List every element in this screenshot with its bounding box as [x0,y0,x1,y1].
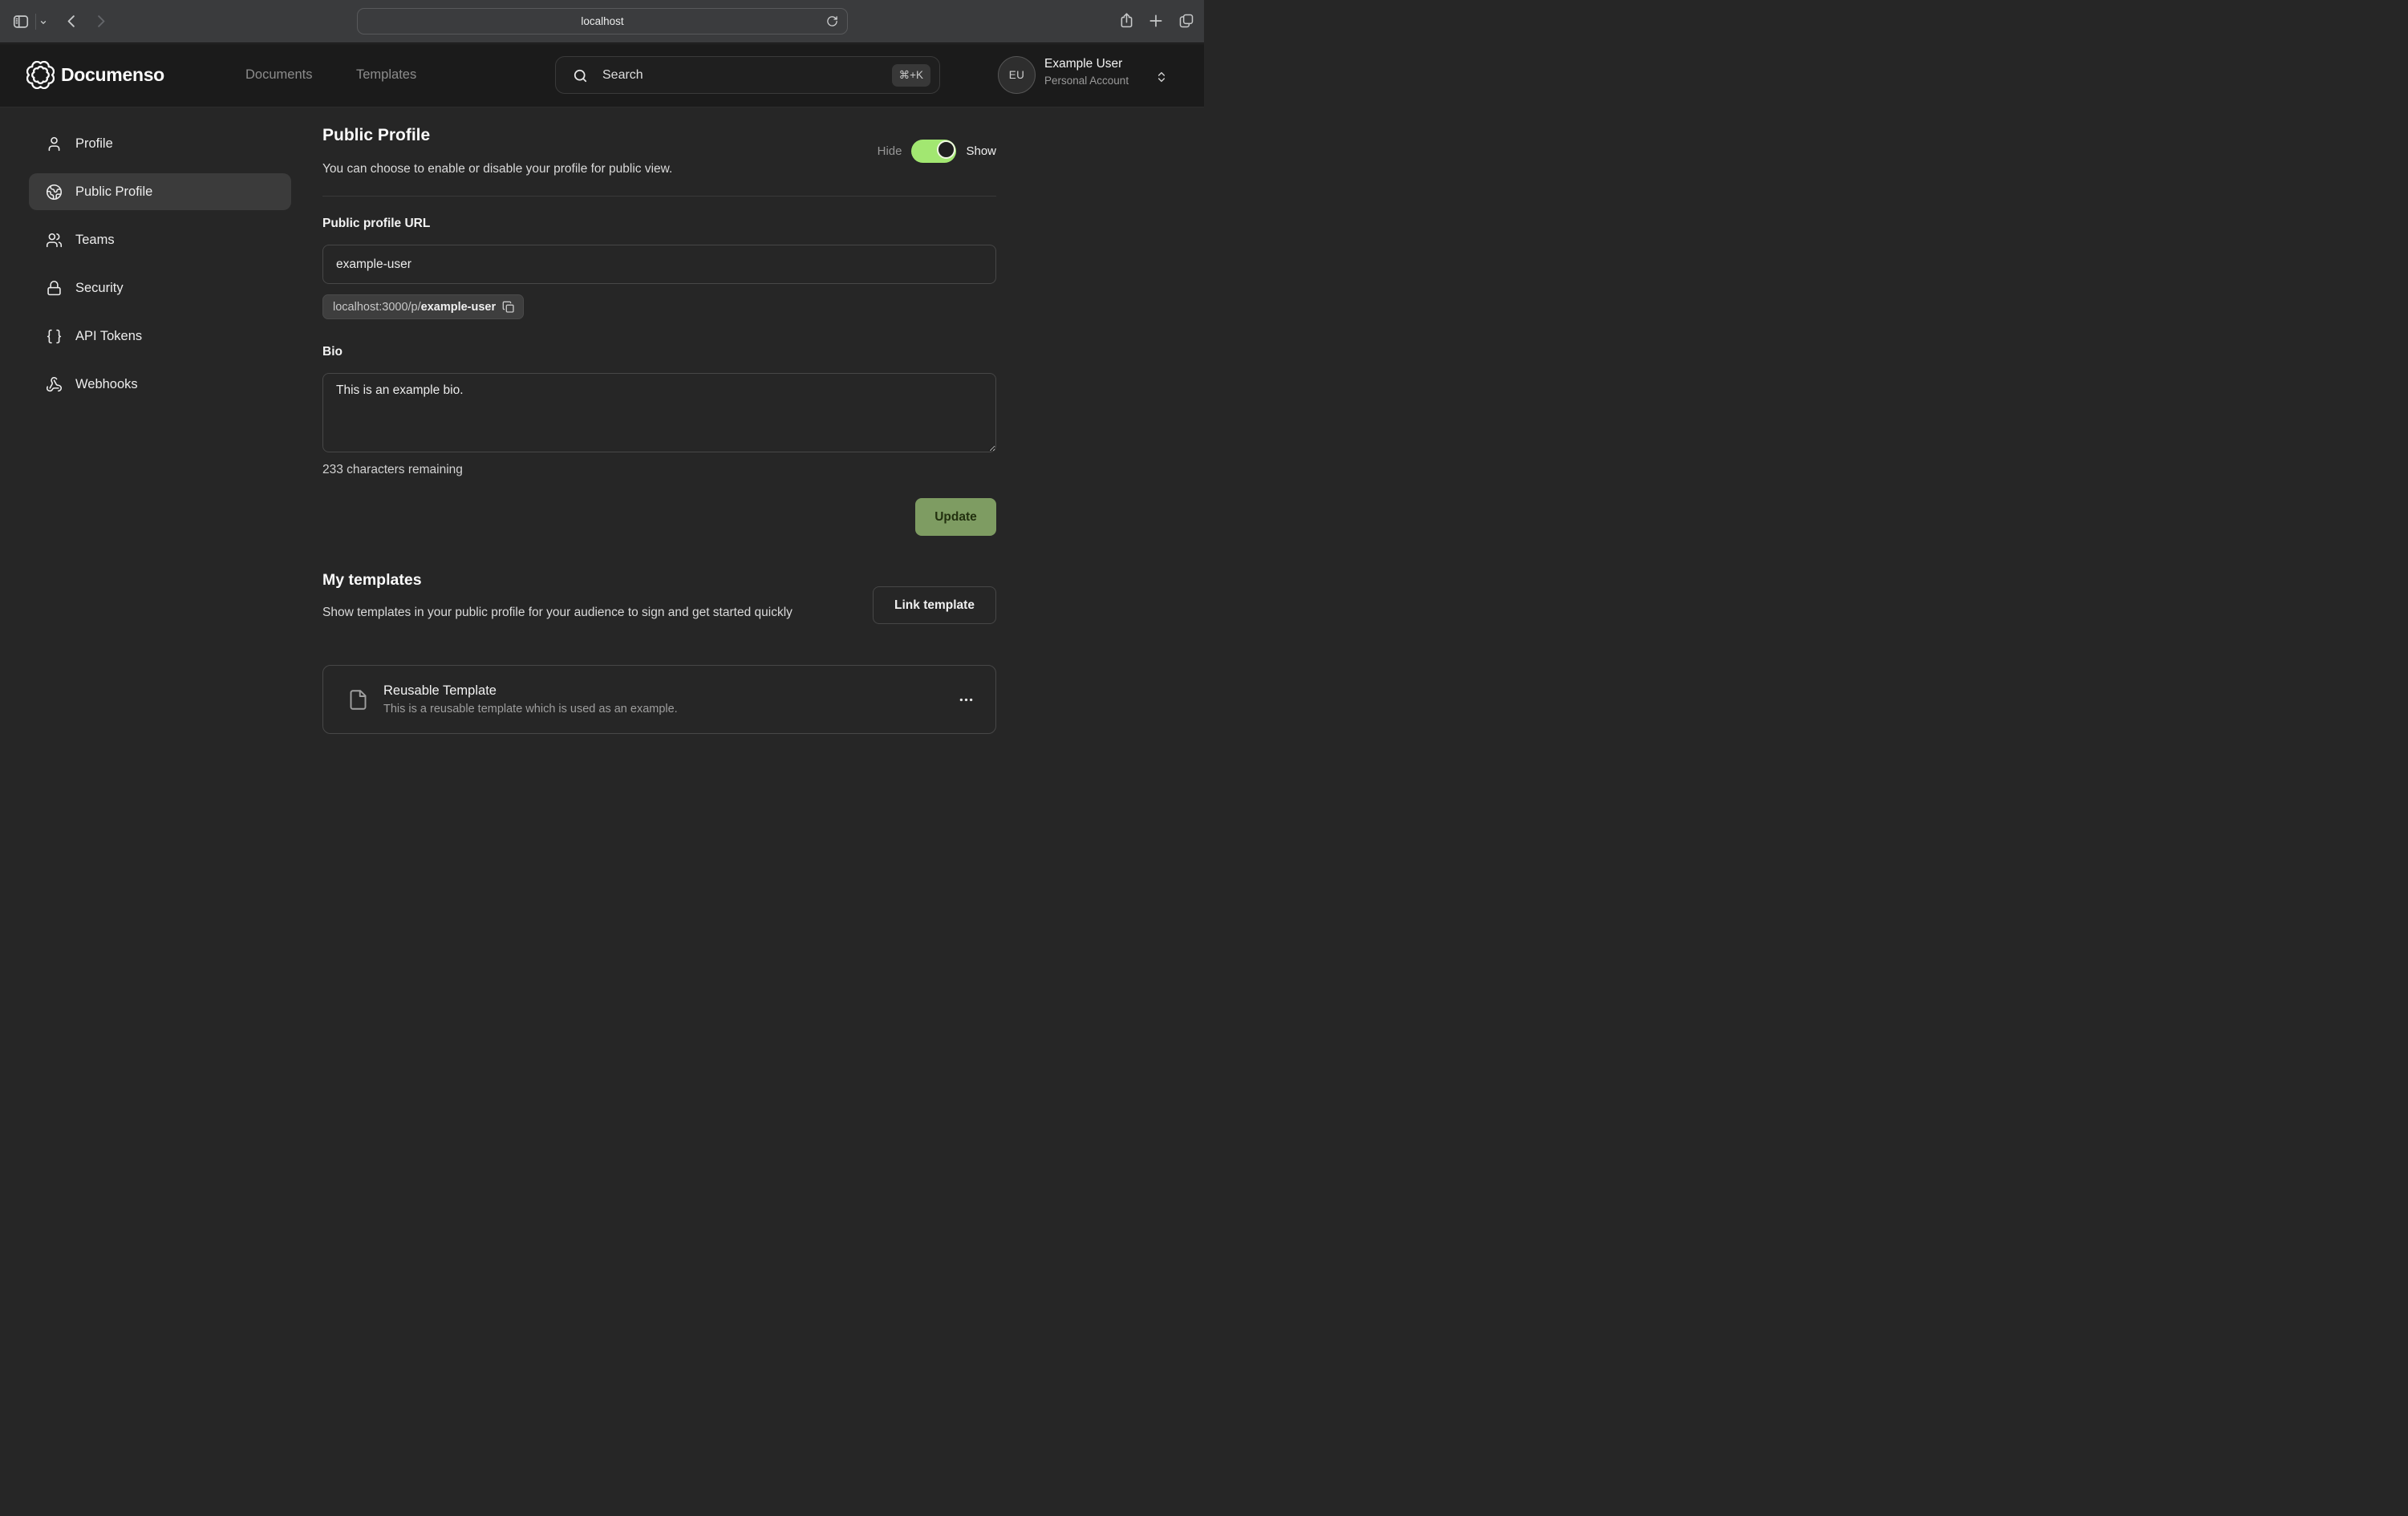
bio-textarea[interactable]: This is an example bio. [322,373,996,452]
sidebar-item-label: Profile [75,136,113,152]
users-icon [46,232,63,249]
copy-url-button[interactable] [502,301,515,314]
template-description: This is a reusable template which is use… [383,703,940,715]
ellipsis-icon [958,691,975,708]
globe-icon [46,184,63,201]
nav-documents[interactable]: Documents [245,67,312,83]
refresh-icon[interactable] [826,15,838,27]
sidebar-item-public-profile[interactable]: Public Profile [29,173,291,210]
user-menu[interactable]: Example User Personal Account [1044,58,1129,86]
avatar[interactable]: EU [998,56,1036,94]
main-content: Public Profile Hide Show You can choose … [322,107,996,758]
sidebar-item-label: Webhooks [75,377,138,392]
sidebar-item-api-tokens[interactable]: API Tokens [29,318,291,355]
search-shortcut-badge: ⌘+K [892,64,930,87]
bio-characters-remaining: 233 characters remaining [322,463,463,477]
share-icon[interactable] [1118,12,1135,29]
link-template-button[interactable]: Link template [873,586,996,624]
hide-label: Hide [878,144,902,158]
browser-chrome: localhost [0,0,1204,43]
search-box[interactable]: ⌘+K [555,56,940,94]
sidebar-item-webhooks[interactable]: Webhooks [29,366,291,403]
tabs-overview-icon[interactable] [1178,13,1194,29]
sidebar-item-label: Teams [75,233,115,248]
show-label: Show [966,144,996,158]
file-icon [347,689,369,711]
sidebar-item-label: Public Profile [75,184,152,200]
chevron-down-icon[interactable] [39,18,47,26]
copy-icon [502,301,515,314]
my-templates-title: My templates [322,571,422,590]
toggle-knob [937,140,955,159]
new-tab-icon[interactable] [1148,13,1164,29]
sidebar-item-profile[interactable]: Profile [29,125,291,162]
visibility-toggle-row: Hide Show [878,139,996,163]
settings-sidebar: Profile Public Profile Teams Security AP… [29,125,291,414]
page-subtitle: You can choose to enable or disable your… [322,162,672,176]
template-card: Reusable Template This is a reusable tem… [322,665,996,734]
my-templates-description: Show templates in your public profile fo… [322,602,820,623]
avatar-initials: EU [1009,69,1025,81]
chrome-divider [35,14,36,30]
template-menu-button[interactable] [955,688,978,711]
page-title: Public Profile [322,126,430,145]
forward-icon[interactable] [93,14,108,29]
search-icon [573,68,588,83]
profile-url-input[interactable] [322,245,996,284]
sidebar-item-security[interactable]: Security [29,270,291,306]
webhook-icon [46,376,63,393]
update-button[interactable]: Update [915,498,996,536]
documenso-logo-icon [26,61,55,89]
chevrons-up-down-icon[interactable] [1155,71,1168,83]
sidebar-item-teams[interactable]: Teams [29,221,291,258]
url-field-label: Public profile URL [322,217,430,231]
address-bar[interactable]: localhost [357,8,848,34]
sidebar-item-label: API Tokens [75,329,142,344]
sidebar-toggle-icon[interactable] [12,13,30,30]
brand-name: Documenso [61,64,164,86]
bio-field-label: Bio [322,345,343,359]
address-text: localhost [581,15,623,27]
user-account-type: Personal Account [1044,75,1129,87]
back-icon[interactable] [64,14,79,29]
app-header: Documenso Documents Templates ⌘+K EU Exa… [0,44,1204,107]
nav-templates[interactable]: Templates [356,67,416,83]
braces-icon [46,328,63,345]
url-preview-text: localhost:3000/p/example-user [333,301,496,314]
profile-url-preview: localhost:3000/p/example-user [322,294,524,319]
sidebar-item-label: Security [75,281,124,296]
profile-visibility-toggle[interactable] [911,140,956,163]
search-input[interactable] [556,57,939,93]
lock-icon [46,280,63,297]
user-icon [46,136,63,152]
template-info: Reusable Template This is a reusable tem… [383,683,940,715]
template-name: Reusable Template [383,683,940,699]
user-name: Example User [1044,58,1129,71]
section-divider [322,196,996,197]
